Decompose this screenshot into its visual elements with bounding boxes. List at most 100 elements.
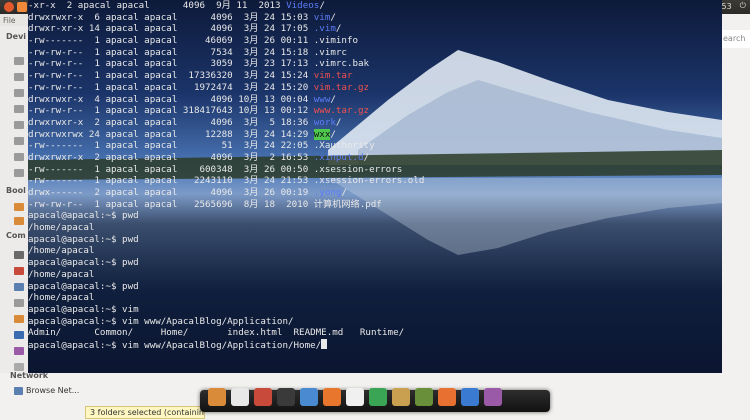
mail-app-icon[interactable] (254, 388, 272, 406)
search-field[interactable]: earch (720, 30, 750, 48)
sidebar-item-label: Browse Net... (26, 386, 80, 395)
drive-icon[interactable] (14, 57, 24, 65)
drive-icon[interactable] (14, 137, 24, 145)
directory-name: www (313, 93, 331, 105)
terminal-text: -rw------- 1 apacal apacal 600348 3月 26 … (28, 163, 403, 175)
terminal-text: -rw------- 1 apacal apacal 46069 3月 26 0… (28, 35, 359, 47)
text-editor-icon[interactable] (231, 388, 249, 406)
terminal-text: apacal@apacal:~$ pwd (28, 233, 139, 245)
file-manager-menubar[interactable]: File Edi (0, 14, 28, 34)
window-icon[interactable] (484, 388, 502, 406)
desktop-icon[interactable] (14, 283, 24, 291)
terminal-text: apacal@apacal:~$ pwd (28, 257, 139, 269)
terminal-line: drwxrwxr-x 4 apacal apacal 4096 10月 13 0… (28, 94, 722, 106)
folder-icon[interactable] (14, 217, 24, 225)
terminal-text: -rw-rw-r-- 1 apacal apacal 318417643 10月… (28, 105, 314, 117)
minimize-icon[interactable] (17, 2, 27, 12)
terminal-line: -rw-rw-r-- 1 apacal apacal 3059 3月 23 17… (28, 58, 722, 70)
other-writable-dir-name: wxx (313, 128, 331, 140)
music-icon[interactable] (14, 331, 24, 339)
accessibility-icon[interactable] (461, 388, 479, 406)
directory-name: .xinput.d (313, 151, 364, 163)
terminal-text: Admin/ Common/ Home/ index.html README.m… (28, 327, 405, 339)
trash-icon[interactable] (14, 363, 24, 371)
terminal-line: -rw------- 1 apacal apacal 600348 3月 26 … (28, 164, 722, 176)
directory-name: .yong (313, 187, 342, 198)
terminal-text: apacal@apacal:~$ vim www/ApacalBlog/Appl… (28, 339, 322, 351)
pictures-icon[interactable] (14, 347, 24, 355)
sidebar-section-bookmarks: Bool (6, 186, 26, 195)
power-icon[interactable]: ⏻ (740, 1, 746, 11)
sidebar-section-devices: Devi (6, 32, 27, 41)
terminal-line: -rw-rw-r-- 1 apacal apacal 318417643 10月… (28, 105, 722, 117)
terminal-text: drwxr-xr-x 14 apacal apacal 4096 3月 24 1… (28, 23, 314, 35)
terminal-line: apacal@apacal:~$ vim www/ApacalBlog/Appl… (28, 338, 722, 351)
terminal-window[interactable]: -xr-x 2 apacal apacal 4096 9月 11 2013 Vi… (28, 0, 722, 373)
sidebar-item-browse-network[interactable]: Browse Net... (14, 386, 79, 395)
archive-name: vim.tar.gz (313, 81, 370, 93)
drive-icon[interactable] (14, 89, 24, 97)
terminal-line: -rw------- 1 apacal apacal 2243110 3月 24… (28, 175, 722, 187)
terminal-line: /home/apacal (28, 292, 722, 304)
terminal-line: drwxrwxrwx 24 apacal apacal 12288 3月 24 … (28, 128, 722, 141)
terminal-line: /home/apacal (28, 222, 722, 234)
terminal-line: /home/apacal (28, 269, 722, 281)
terminal-text: / (335, 23, 342, 35)
chat-icon[interactable] (300, 388, 318, 406)
terminal-text: apacal@apacal:~$ pwd (28, 280, 139, 292)
terminal-line: -rw-rw-r-- 1 apacal apacal 7534 3月 24 15… (28, 47, 722, 59)
terminal-text: -rw------- 1 apacal apacal 51 3月 24 22:0… (28, 140, 375, 152)
computer-icon[interactable] (14, 251, 24, 259)
terminal-line: apacal@apacal:~$ pwd (28, 234, 722, 246)
chrome-icon[interactable] (369, 388, 387, 406)
dictionary-icon[interactable] (392, 388, 410, 406)
archive-name: vim.tar (313, 70, 353, 82)
terminal-text: /home/apacal (28, 292, 95, 304)
terminal-text: / (335, 116, 342, 128)
drive-icon[interactable] (14, 153, 24, 161)
firefox-icon[interactable] (323, 388, 341, 406)
terminal-text: /home/apacal (28, 268, 95, 280)
terminal-text: apacal@apacal:~$ vim www/ApacalBlog/Appl… (28, 315, 294, 327)
downloads-icon[interactable] (14, 315, 24, 323)
terminal-line: drwxrwxr-x 2 apacal apacal 4096 3月 2 16:… (28, 152, 722, 164)
terminal-icon[interactable] (277, 388, 295, 406)
folder-icon[interactable] (14, 203, 24, 211)
terminal-text: drwxrwxrwx 24 apacal apacal 12288 3月 24 … (28, 128, 314, 140)
terminal-line: /home/apacal (28, 245, 722, 257)
document-icon[interactable] (346, 388, 364, 406)
drive-icon[interactable] (14, 105, 24, 113)
drive-icon[interactable] (14, 169, 24, 177)
terminal-output[interactable]: -xr-x 2 apacal apacal 4096 9月 11 2013 Vi… (28, 0, 722, 351)
directory-name: vim (313, 11, 331, 23)
books-icon[interactable] (415, 388, 433, 406)
terminal-text: / (341, 187, 347, 198)
file-manager-sidebar: Devi Bool Com (0, 26, 28, 374)
terminal-text: -rw-rw-r-- 1 apacal apacal 2565696 8月 18… (28, 198, 382, 210)
directory-name: work (313, 116, 336, 128)
image-viewer-icon[interactable] (438, 388, 456, 406)
home-icon[interactable] (14, 267, 24, 275)
archive-name: www.tar.gz (313, 105, 370, 117)
terminal-text: /home/apacal (28, 222, 95, 234)
terminal-text: -rw------- 1 apacal apacal 2243110 3月 24… (28, 175, 425, 187)
drive-icon[interactable] (14, 121, 24, 129)
terminal-text: / (363, 151, 370, 163)
network-icon (14, 386, 23, 395)
files-icon[interactable] (208, 388, 226, 406)
close-icon[interactable] (4, 2, 14, 12)
terminal-line: -rw-rw-r-- 1 apacal apacal 1972474 3月 24… (28, 82, 722, 94)
terminal-text: apacal@apacal:~$ vim (28, 303, 139, 315)
dock (200, 388, 550, 412)
terminal-line: Admin/ Common/ Home/ index.html README.m… (28, 327, 722, 339)
terminal-line: apacal@apacal:~$ pwd (28, 210, 722, 222)
directory-name: Videos (286, 0, 320, 11)
documents-icon[interactable] (14, 299, 24, 307)
status-bar-text: 3 folders selected (containing (85, 406, 205, 419)
terminal-text: / (330, 128, 336, 140)
terminal-line: apacal@apacal:~$ vim www/ApacalBlog/Appl… (28, 316, 722, 328)
drive-icon[interactable] (14, 73, 24, 81)
terminal-text: -rw-rw-r-- 1 apacal apacal 1972474 3月 24… (28, 81, 314, 93)
terminal-text: drwxrwxr-x 2 apacal apacal 4096 3月 5 18:… (28, 116, 314, 128)
terminal-text: drwxrwxr-x 4 apacal apacal 4096 10月 13 0… (28, 93, 314, 105)
